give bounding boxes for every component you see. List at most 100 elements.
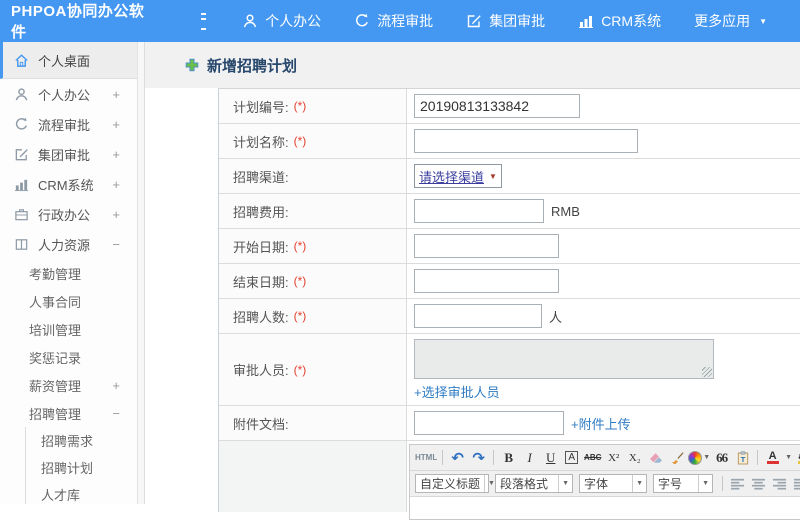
sidebar-item-reward-records[interactable]: 奖惩记录 [0,343,137,371]
dropdown-label: 字号 [658,477,683,491]
unit-suffix: 人 [549,309,563,325]
chevron-down-icon: ▼ [703,454,711,461]
end-date-input[interactable] [414,269,559,293]
sidebar-item-personal-office[interactable]: 个人办公 + [0,79,137,109]
collapse-toggle[interactable]: − [112,406,120,421]
sidebar-item-crm-system[interactable]: CRM系统 + [0,169,137,199]
hamburger-menu-icon[interactable] [201,12,207,30]
editor-content-area[interactable] [410,497,800,519]
field-label: 附件文档: [233,416,289,432]
nav-crm-system[interactable]: CRM系统 [578,11,661,31]
recruit-cost-input[interactable] [414,199,544,223]
dropdown-label: 段落格式 [500,477,549,491]
align-center-button[interactable] [749,475,768,493]
nav-more-apps[interactable]: 更多应用 ▼ [694,11,767,31]
expand-toggle[interactable]: + [112,87,120,102]
font-family-dropdown[interactable]: 字体 ▼ [579,474,647,493]
sidebar-item-recruit-plan[interactable]: 招聘计划 [26,454,137,481]
highlight-color-button[interactable]: ab [794,449,800,467]
field-label-cell: 计划编号: (*) [219,89,407,123]
expand-toggle[interactable]: + [112,117,120,132]
select-approvers-link[interactable]: +选择审批人员 [414,382,500,401]
custom-heading-dropdown[interactable]: 自定义标题 ▼ [415,474,495,493]
eraser-button[interactable] [646,449,665,467]
recruit-submenu: 招聘需求 招聘计划 人才库 [25,427,137,504]
html-source-button[interactable]: HTML [415,449,437,467]
align-left-button[interactable] [728,475,747,493]
field-value-cell: 人 [407,299,800,333]
underline-button[interactable]: U [541,449,560,467]
paragraph-format-dropdown[interactable]: 段落格式 ▼ [495,474,573,493]
start-date-input[interactable] [414,234,559,258]
expand-toggle[interactable]: + [112,147,120,162]
subscript-button[interactable]: X₂ [625,449,644,467]
attachment-upload-link[interactable]: +附件上传 [571,414,631,433]
sidebar-item-recruit-demand[interactable]: 招聘需求 [26,427,137,454]
field-label: 招聘费用: [233,204,289,220]
field-label-cell: 招聘费用: [219,194,407,228]
color-palette-button[interactable]: ▼ [688,449,710,467]
format-brush-button[interactable] [667,449,686,467]
undo-button[interactable]: ↶ [448,449,467,467]
sidebar-item-personal-desktop[interactable]: 个人桌面 [0,42,137,79]
font-color-button[interactable]: A [763,449,782,467]
bold-button[interactable]: B [499,449,518,467]
field-label-cell: 招聘渠道: [219,159,407,193]
sidebar-scrollbar[interactable] [138,42,145,504]
field-value-cell: +附件上传 [407,406,800,440]
user-icon [242,13,258,29]
sidebar-item-attendance-mgmt[interactable]: 考勤管理 [0,259,137,287]
attachment-input[interactable] [414,411,564,435]
required-mark: (*) [293,134,307,148]
sidebar-item-salary-mgmt[interactable]: 薪资管理 + [0,371,137,399]
nav-group-approval[interactable]: 集团审批 [466,11,545,31]
italic-button[interactable]: I [520,449,539,467]
edit-square-icon [466,13,482,29]
chevron-down-icon[interactable]: ▼ [785,454,792,461]
field-value-cell [407,124,800,158]
nav-personal-office[interactable]: 个人办公 [242,11,321,31]
strikethrough-button[interactable]: ABC [583,449,602,467]
field-label: 结束日期: [233,274,289,290]
required-mark: (*) [293,274,307,288]
field-label-cell: 开始日期: (*) [219,229,407,263]
sidebar-item-group-approval[interactable]: 集团审批 + [0,139,137,169]
chevron-down-icon: ▼ [489,171,497,181]
sidebar-item-label: 薪资管理 [29,378,82,394]
style-box-button[interactable]: A [565,451,579,464]
align-justify-button[interactable] [791,475,800,493]
headcount-input[interactable] [414,304,542,328]
blockquote-button[interactable]: 66 [712,449,731,467]
expand-toggle[interactable]: + [112,207,120,222]
sidebar-item-training-mgmt[interactable]: 培训管理 [0,315,137,343]
sidebar-item-admin-office[interactable]: 行政办公 + [0,199,137,229]
redo-button[interactable]: ↷ [469,449,488,467]
nav-workflow-approval[interactable]: 流程审批 [354,11,433,31]
currency-suffix: RMB [551,203,580,219]
approvers-textarea[interactable] [414,339,714,379]
expand-toggle[interactable]: + [112,378,120,393]
collapse-toggle[interactable]: − [112,237,120,252]
sidebar-item-label: 行政办公 [38,207,91,223]
field-value-cell: 请选择渠道 ▼ [407,159,800,193]
sidebar-item-label: 招聘需求 [41,434,94,449]
sidebar-item-workflow-approval[interactable]: 流程审批 + [0,109,137,139]
superscript-button[interactable]: X² [604,449,623,467]
sidebar-item-talent-pool[interactable]: 人才库 [26,481,137,504]
plan-name-input[interactable] [414,129,638,153]
field-label: 计划编号: [233,99,289,115]
field-label-cell: 结束日期: (*) [219,264,407,298]
user-icon [14,87,29,102]
required-mark: (*) [293,362,307,377]
paste-as-text-button[interactable]: T [733,449,752,467]
sidebar-item-recruit-mgmt[interactable]: 招聘管理 − [0,399,137,427]
expand-toggle[interactable]: + [112,177,120,192]
align-right-button[interactable] [770,475,789,493]
channel-select[interactable]: 请选择渠道 ▼ [414,164,502,188]
sidebar-item-human-resources[interactable]: 人力资源 − [0,229,137,259]
plan-number-input[interactable] [414,94,580,118]
font-size-dropdown[interactable]: 字号 ▼ [653,474,713,493]
required-mark: (*) [293,99,307,113]
sync-icon [354,13,370,29]
sidebar-item-hr-contract[interactable]: 人事合同 [0,287,137,315]
